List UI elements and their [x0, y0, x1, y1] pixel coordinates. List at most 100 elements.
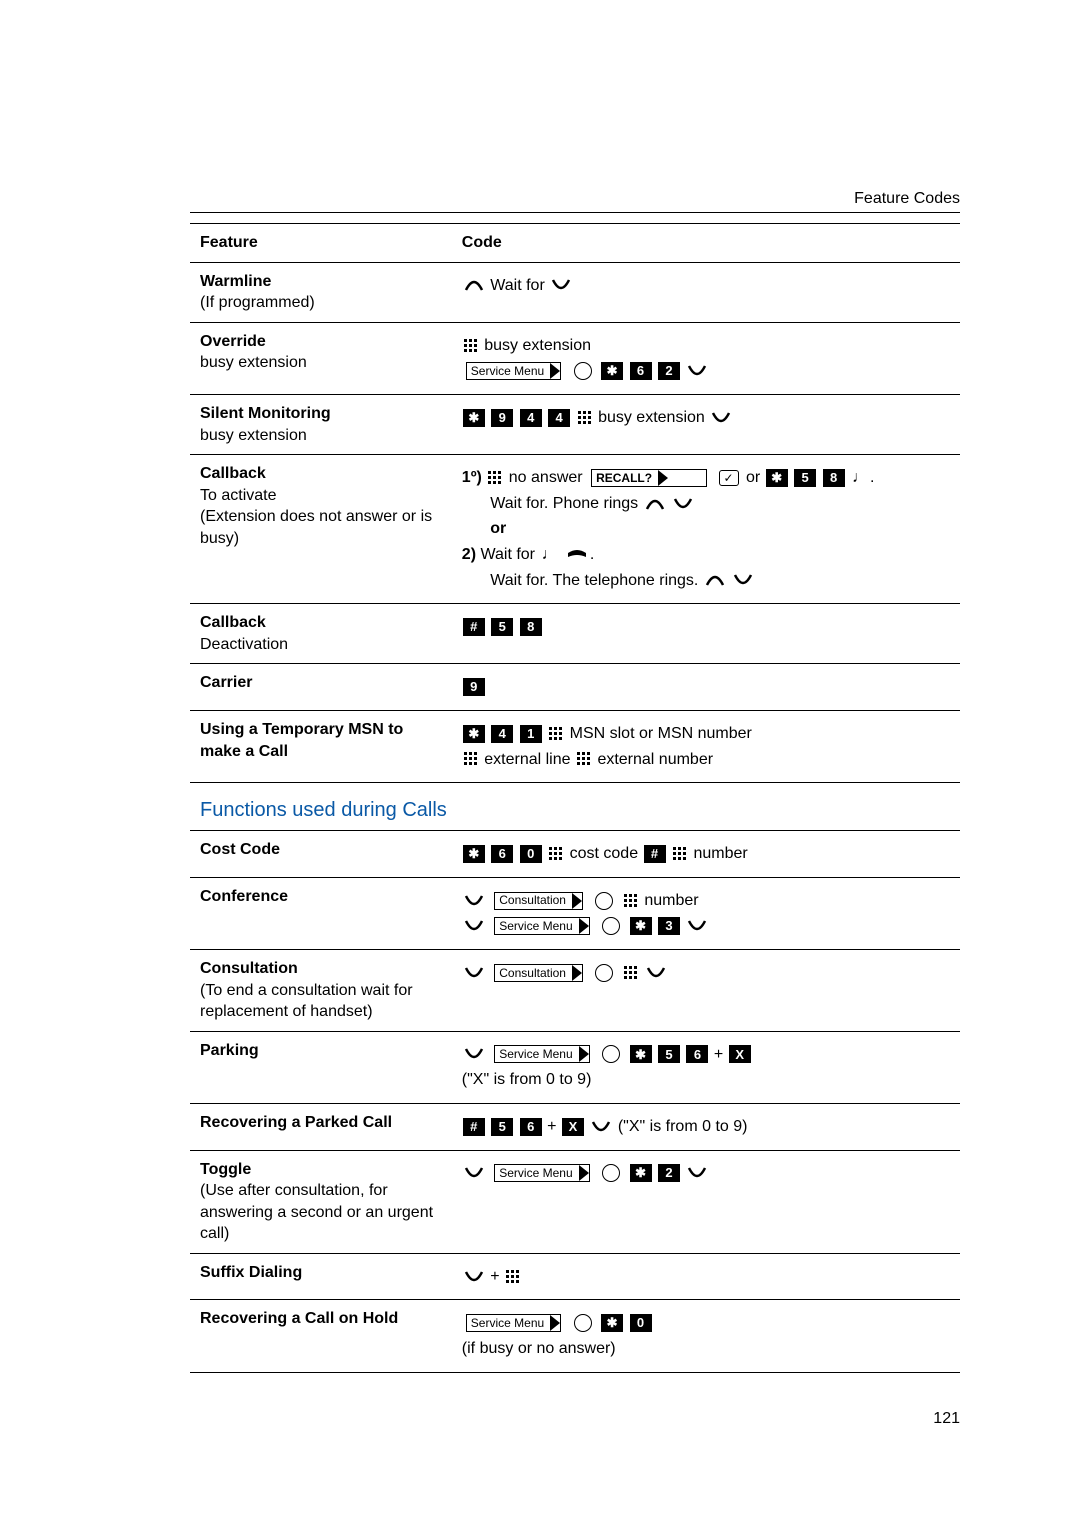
key-digit: 3	[658, 917, 680, 935]
keypad-icon	[464, 752, 478, 766]
softkey-consultation: Consultation	[494, 892, 583, 910]
feature-title: Callback	[200, 465, 266, 482]
row-override: Override busy extension busy extension S…	[190, 322, 960, 394]
key-digit: 5	[658, 1045, 680, 1063]
key-digit: 6	[520, 1118, 542, 1136]
section-header: Functions used during Calls	[190, 783, 960, 831]
softkey-service-menu: Service Menu	[466, 1314, 561, 1332]
key-star: ✱	[601, 1314, 623, 1332]
key-x: X	[729, 1045, 751, 1063]
page-number: 121	[933, 1410, 960, 1428]
feature-title: Recovering a Parked Call	[200, 1114, 392, 1131]
round-button-icon	[574, 362, 592, 380]
handset-down-icon	[464, 919, 484, 933]
key-digit: 9	[463, 678, 485, 696]
keypad-icon	[549, 847, 563, 861]
key-star: ✱	[463, 725, 485, 743]
feature-title: Toggle	[200, 1161, 251, 1178]
round-button-icon	[574, 1314, 592, 1332]
keypad-icon	[549, 727, 563, 741]
check-key-icon: ✓	[719, 470, 739, 486]
keypad-icon	[488, 471, 502, 485]
row-silent-monitoring: Silent Monitoring busy extension ✱ 9 4 4…	[190, 394, 960, 454]
key-x: X	[562, 1118, 584, 1136]
key-digit: 6	[491, 845, 513, 863]
key-star: ✱	[630, 917, 652, 935]
key-digit: 5	[794, 469, 816, 487]
feature-title: Override	[200, 333, 266, 350]
key-digit: 6	[686, 1045, 708, 1063]
col-feature-header: Feature	[190, 224, 452, 263]
key-digit: 5	[491, 618, 513, 636]
feature-sub: (If programmed)	[200, 294, 315, 311]
key-digit: 6	[630, 362, 652, 380]
row-recover-parked: Recovering a Parked Call # 5 6 + X ("X" …	[190, 1103, 960, 1150]
key-star: ✱	[630, 1164, 652, 1182]
tone-icon: ♩	[852, 467, 868, 489]
key-star: ✱	[463, 845, 485, 863]
row-callback-activate: Callback To activate (Extension does not…	[190, 455, 960, 604]
softkey-service-menu: Service Menu	[494, 1045, 589, 1063]
row-consultation: Consultation (To end a consultation wait…	[190, 949, 960, 1031]
round-button-icon	[602, 1045, 620, 1063]
key-digit: 8	[520, 618, 542, 636]
row-parking: Parking Service Menu ✱ 5 6 + X ("X" is f…	[190, 1031, 960, 1103]
feature-title: Using a Temporary MSN to make a Call	[200, 721, 403, 760]
key-hash: #	[463, 618, 485, 636]
handset-down-icon	[673, 497, 693, 511]
lift-handset-icon	[645, 497, 665, 511]
handset-down-icon	[464, 1270, 484, 1284]
feature-table: Feature Code Warmline (If programmed) Wa…	[190, 223, 960, 1373]
softkey-service-menu: Service Menu	[494, 1164, 589, 1182]
handset-down-icon	[687, 919, 707, 933]
feature-title: Recovering a Call on Hold	[200, 1310, 398, 1327]
feature-title: Silent Monitoring	[200, 405, 331, 422]
handset-down-icon	[687, 1166, 707, 1180]
softkey-service-menu: Service Menu	[466, 362, 561, 380]
key-digit: 2	[658, 362, 680, 380]
softkey-service-menu: Service Menu	[494, 917, 589, 935]
keypad-icon	[624, 894, 638, 908]
key-digit: 4	[548, 409, 570, 427]
keypad-icon	[464, 339, 478, 353]
handset-down-icon	[464, 966, 484, 980]
row-callback-deactivate: Callback Deactivation # 5 8	[190, 604, 960, 664]
lift-handset-icon	[464, 278, 484, 292]
feature-sub: busy extension	[200, 427, 307, 444]
handset-down-icon	[646, 966, 666, 980]
row-recover-hold: Recovering a Call on Hold Service Menu ✱…	[190, 1300, 960, 1372]
feature-title: Cost Code	[200, 841, 280, 858]
row-cost-code: Cost Code ✱ 6 0 cost code # number	[190, 831, 960, 878]
key-digit: 5	[491, 1118, 513, 1136]
keypad-icon	[506, 1270, 520, 1284]
key-star: ✱	[463, 409, 485, 427]
feature-sub: busy extension	[200, 354, 307, 371]
feature-title: Carrier	[200, 674, 252, 691]
key-star: ✱	[766, 469, 788, 487]
row-toggle: Toggle (Use after consultation, for answ…	[190, 1150, 960, 1253]
softkey-recall: RECALL?	[591, 469, 707, 487]
hang-up-icon	[566, 549, 588, 561]
feature-title: Suffix Dialing	[200, 1264, 302, 1281]
key-digit: 4	[491, 725, 513, 743]
tone-icon: ♩	[541, 544, 557, 566]
handset-down-icon	[687, 364, 707, 378]
key-digit: 9	[491, 409, 513, 427]
key-hash: #	[644, 845, 666, 863]
row-msn: Using a Temporary MSN to make a Call ✱ 4…	[190, 710, 960, 782]
handset-down-icon	[591, 1120, 611, 1134]
handset-down-icon	[711, 411, 731, 425]
row-carrier: Carrier 9	[190, 664, 960, 711]
lift-handset-icon	[705, 573, 725, 587]
keypad-icon	[624, 966, 638, 980]
feature-title: Conference	[200, 888, 288, 905]
key-digit: 8	[823, 469, 845, 487]
key-digit: 4	[520, 409, 542, 427]
key-star: ✱	[601, 362, 623, 380]
header-label: Feature Codes	[190, 190, 960, 208]
keypad-icon	[577, 752, 591, 766]
key-star: ✱	[630, 1045, 652, 1063]
round-button-icon	[595, 964, 613, 982]
key-hash: #	[463, 1118, 485, 1136]
key-digit: 0	[520, 845, 542, 863]
